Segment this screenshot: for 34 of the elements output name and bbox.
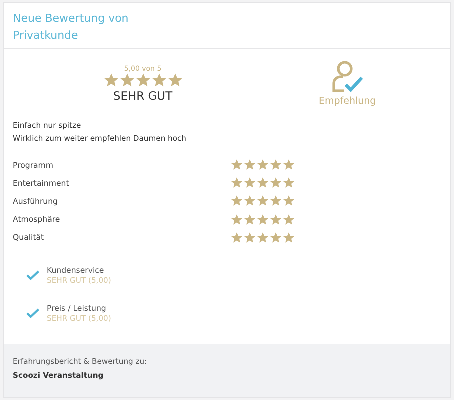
- star-icon: [257, 195, 269, 208]
- star-icon: [244, 159, 256, 172]
- star-icon: [270, 232, 282, 244]
- star-icon: [270, 159, 282, 172]
- star-icon: [231, 177, 243, 190]
- verdict-text: SEHR GUT: [113, 89, 173, 103]
- star-icon: [257, 159, 269, 172]
- star-icon: [244, 232, 256, 244]
- star-icon: [244, 195, 256, 208]
- star-icon: [257, 232, 269, 244]
- star-icon: [231, 214, 243, 226]
- star-icon: [231, 232, 243, 244]
- star-icon: [244, 214, 256, 226]
- star-icon: [104, 73, 118, 88]
- review-title: Neue Bewertung von Privatkunde: [13, 11, 130, 44]
- star-icon: [283, 214, 295, 226]
- star-icon: [231, 159, 243, 172]
- star-icon: [152, 73, 166, 88]
- person-check-icon: [330, 60, 365, 94]
- star-icon: [244, 177, 256, 190]
- star-icon: [270, 214, 282, 226]
- star-icon: [283, 177, 295, 190]
- star-icon: [283, 159, 295, 172]
- star-icon: [257, 214, 269, 226]
- star-icon: [283, 195, 295, 208]
- star-icon: [283, 232, 295, 244]
- recommendation-label: Empfehlung: [319, 96, 376, 106]
- star-icon: [120, 73, 134, 88]
- star-icon: [270, 195, 282, 208]
- star-icon: [168, 73, 182, 88]
- star-icon: [257, 177, 269, 190]
- star-icon: [231, 195, 243, 208]
- star-icon: [136, 73, 150, 88]
- star-icon: [270, 177, 282, 190]
